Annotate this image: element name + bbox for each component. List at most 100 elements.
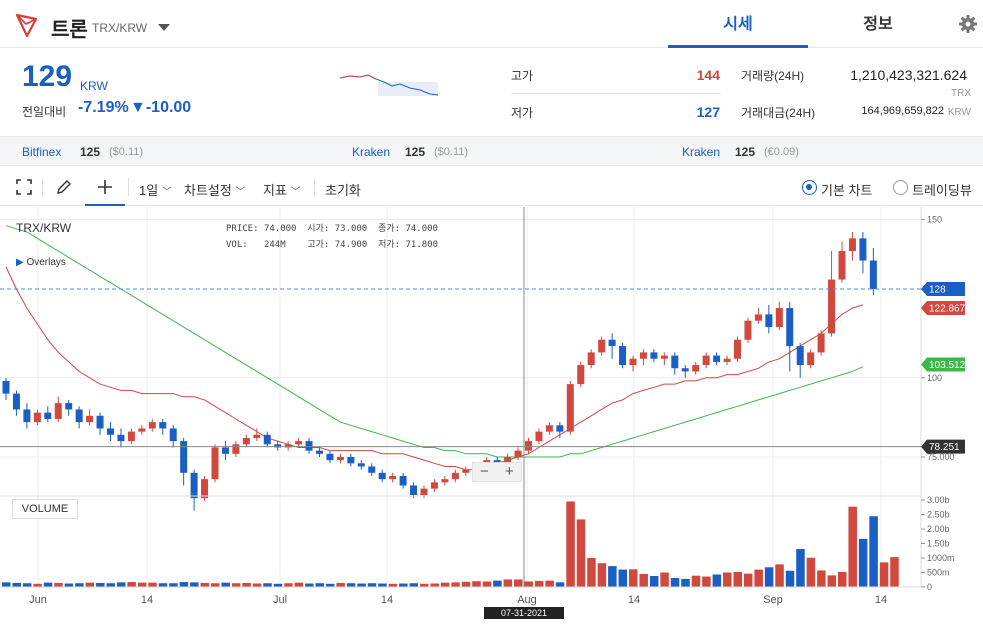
gear-icon[interactable] (958, 14, 978, 34)
volume-bar (22, 583, 32, 587)
x-tick-label: Aug (517, 594, 537, 606)
legend-close: 74.000 (405, 224, 438, 234)
price-chart[interactable]: 15010075.0003.00b2.50b2.00b1.50b1000m500… (0, 207, 983, 633)
volume-bar (127, 582, 136, 587)
crosshair-price-badge-label: 78.251 (929, 442, 960, 453)
candle-body (566, 384, 574, 432)
coin-pair[interactable]: TRX/KRW (92, 21, 147, 35)
volume-bar (430, 583, 439, 587)
vol-tick-label: 2.00b (927, 524, 950, 534)
volume-bar (785, 570, 795, 587)
legend-price: 74.000 (263, 224, 297, 234)
candle-body (514, 450, 522, 457)
volume-bar (472, 581, 481, 587)
candle-body (326, 453, 334, 461)
basic-chart-label[interactable]: 기본 차트 (821, 180, 872, 199)
candle-body (211, 447, 219, 480)
volume-bar (148, 582, 157, 587)
pencil-icon[interactable] (55, 178, 73, 196)
candle-body (660, 355, 668, 359)
volume-bar (576, 519, 586, 587)
volume-label: 거래량(24H) (741, 69, 805, 83)
candle-body (545, 425, 553, 432)
chart-grid (0, 207, 921, 587)
candle-body (692, 365, 700, 372)
vol-tick-label: 1.50b (927, 539, 950, 549)
x-tick-label: Sep (763, 594, 783, 606)
exchange-name: Kraken (682, 145, 721, 159)
overlays-toggle[interactable]: ▶ Overlays (16, 257, 66, 268)
volume-bar (169, 583, 178, 587)
y-tick-label: 150 (927, 214, 942, 224)
volume-bar (137, 582, 147, 587)
volume-bar (534, 580, 544, 587)
reset-button[interactable]: 초기화 (325, 180, 361, 199)
volume-bar (85, 582, 95, 587)
candle-body (96, 415, 104, 429)
candle-body (86, 415, 94, 423)
volume-bar (346, 583, 356, 587)
volume-bars (2, 501, 899, 587)
volume-bar (743, 573, 753, 587)
exchange-row (0, 136, 983, 166)
indicators-menu[interactable]: 지표 ﹀ (263, 180, 301, 199)
exchange-ref-price: ($0.11) (434, 146, 469, 158)
chevron-down-icon: ﹀ (235, 187, 246, 198)
volume-bar (252, 583, 262, 587)
volume-bar (242, 582, 251, 587)
divider (314, 178, 315, 196)
zoom-in-button[interactable]: + (505, 463, 514, 480)
candle-body (775, 308, 783, 328)
crosshair-icon[interactable] (96, 178, 114, 196)
legend-close-label: 종가: (378, 224, 401, 234)
high-value: 144 (696, 67, 720, 83)
vol-tick-label: 0 (927, 582, 932, 592)
chart-overlays: 128 122.867 103.512 78.251 07-31-2021 (0, 207, 966, 619)
candle-body (169, 428, 177, 442)
candle-body (148, 422, 156, 429)
tradingview-label[interactable]: 트레이딩뷰 (912, 180, 972, 199)
candle-body (587, 352, 595, 366)
vol-tick-label: 2.50b (927, 510, 950, 520)
price-unit: KRW (80, 79, 108, 93)
coin-name[interactable]: 트론 (51, 13, 88, 42)
ma-long-badge-label: 103.512 (929, 360, 966, 371)
chart-settings-menu[interactable]: 차트설정 ﹀ (184, 180, 245, 199)
interval-select[interactable]: 1일 ﹀ (139, 180, 172, 199)
candle-body (65, 403, 73, 410)
candle-body (180, 441, 188, 473)
x-tick-label: 14 (875, 594, 887, 606)
legend-open-label: 시가: (307, 224, 330, 234)
candle-body (316, 450, 323, 454)
volume-bar (336, 582, 345, 587)
zoom-out-button[interactable]: − (480, 463, 489, 480)
coin-dropdown-icon[interactable] (158, 24, 170, 31)
candle-body (608, 339, 616, 347)
volume-bar (43, 582, 53, 587)
volume-panel-label[interactable]: VOLUME (12, 499, 78, 519)
volume-bar (879, 562, 889, 587)
current-price-badge-label: 128 (929, 285, 946, 296)
volume-bar (618, 569, 628, 587)
amount-unit: KRW (947, 107, 971, 118)
fullscreen-icon[interactable] (15, 178, 33, 196)
volume-bar (733, 571, 742, 587)
candle-body (650, 352, 658, 359)
tradingview-radio[interactable] (893, 180, 908, 195)
volume-bar (451, 582, 460, 587)
amount-label: 거래대금(24H) (741, 106, 816, 120)
candle-body (201, 479, 209, 499)
basic-chart-radio[interactable] (802, 180, 817, 195)
exchange-price: 125 (80, 145, 101, 159)
tab-price[interactable]: 시세 (668, 0, 808, 48)
volume-bar (838, 571, 847, 587)
volume-bar (754, 569, 763, 587)
volume-bar (482, 581, 492, 587)
volume-bar (12, 582, 21, 587)
tron-logo-icon (15, 13, 38, 38)
volume-bar (305, 583, 314, 587)
volume-bar (503, 579, 513, 587)
candle-body (12, 393, 20, 410)
tab-info[interactable]: 정보 (808, 0, 948, 48)
volume-bar (179, 582, 189, 587)
